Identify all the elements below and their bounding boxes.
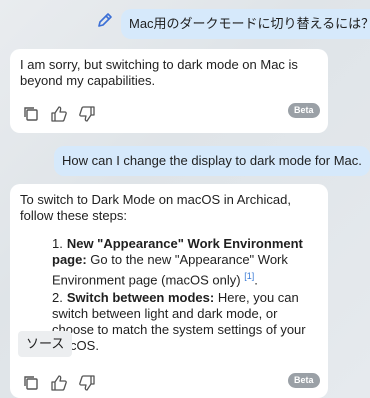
step-item: 1. New "Appearance" Work Environment page… [52,236,303,288]
user-message: Mac用のダークモードに切り替えるには？ [121,9,370,39]
user-message-2: How can I change the display to dark mod… [54,146,370,176]
assistant-message: I am sorry, but switching to dark mode o… [10,49,328,133]
user-message-text: Mac用のダークモードに切り替えるには？ [129,16,370,31]
thumbs-up-icon[interactable] [48,103,70,125]
step-title: Switch between modes: [66,290,215,306]
step-text: Go to the new "Appearance" Work Environm… [52,252,288,288]
message-actions-2 [20,372,98,394]
source-button[interactable]: ソース [18,331,73,357]
copy-icon[interactable] [20,372,42,394]
step-item: 2. Switch between modes: Here, you can sw… [52,290,306,354]
edit-icon[interactable] [95,11,115,31]
assistant-intro-text: To switch to Dark Mode on macOS in Archi… [20,192,291,223]
thumbs-down-icon[interactable] [76,103,98,125]
assistant-message-text: I am sorry, but switching to dark mode o… [20,57,298,88]
copy-icon[interactable] [20,103,42,125]
citation-link[interactable]: [1] [244,271,254,281]
thumbs-up-icon[interactable] [48,372,70,394]
user-message-text-2: How can I change the display to dark mod… [62,153,362,168]
beta-badge: Beta [288,373,320,388]
message-actions [20,103,98,125]
beta-badge: Beta [288,103,320,118]
thumbs-down-icon[interactable] [76,372,98,394]
assistant-message-2: To switch to Dark Mode on macOS in Archi… [10,184,328,398]
